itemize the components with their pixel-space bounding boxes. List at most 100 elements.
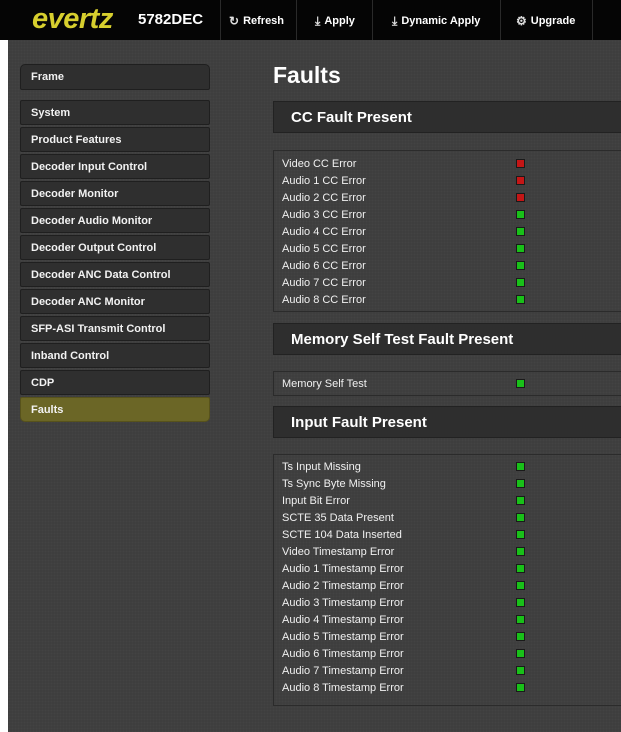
fault-row: Input Bit Error: [282, 492, 612, 509]
fault-label: Audio 3 Timestamp Error: [282, 596, 404, 609]
fault-label: Audio 1 CC Error: [282, 174, 366, 187]
section-header-memory-fault: Memory Self Test Fault Present: [273, 323, 621, 355]
fault-label: Input Bit Error: [282, 494, 350, 507]
status-indicator: [516, 479, 525, 488]
section-input-fault: Ts Input Missing Ts Sync Byte Missing In…: [273, 454, 621, 706]
status-indicator: [516, 513, 525, 522]
fault-label: Audio 5 CC Error: [282, 242, 366, 255]
fault-row: Audio 1 Timestamp Error: [282, 560, 612, 577]
toolbar-divider: [500, 0, 501, 40]
upgrade-button[interactable]: ⚙ Upgrade: [516, 12, 575, 30]
apply-button[interactable]: ⤓ Apply: [315, 12, 355, 30]
status-indicator: [516, 210, 525, 219]
sidebar-item-faults[interactable]: Faults: [20, 397, 210, 422]
fault-label: Audio 7 CC Error: [282, 276, 366, 289]
section-memory-fault: Memory Self Test: [273, 371, 621, 396]
status-indicator: [516, 564, 525, 573]
fault-label: Audio 2 CC Error: [282, 191, 366, 204]
fault-row: Audio 5 CC Error: [282, 240, 612, 257]
section-header-input-fault: Input Fault Present: [273, 406, 621, 438]
status-indicator: [516, 683, 525, 692]
status-indicator: [516, 159, 525, 168]
fault-label: Audio 5 Timestamp Error: [282, 630, 404, 643]
sidebar-item-product-features[interactable]: Product Features: [20, 127, 210, 152]
status-indicator: [516, 295, 525, 304]
fault-label: Audio 8 Timestamp Error: [282, 681, 404, 694]
sidebar-item-decoder-anc-data-control[interactable]: Decoder ANC Data Control: [20, 262, 210, 287]
fault-label: Audio 4 CC Error: [282, 225, 366, 238]
upgrade-label: Upgrade: [530, 15, 576, 27]
sidebar-item-sfp-asi-transmit-control[interactable]: SFP-ASI Transmit Control: [20, 316, 210, 341]
sidebar-item-cdp[interactable]: CDP: [20, 370, 210, 395]
fault-label: SCTE 104 Data Inserted: [282, 528, 402, 541]
status-indicator: [516, 176, 525, 185]
fault-row: Audio 2 CC Error: [282, 189, 612, 206]
device-model: 5782DEC: [138, 11, 204, 28]
download-icon: ⤓: [392, 14, 398, 28]
fault-row: Audio 3 Timestamp Error: [282, 594, 612, 611]
sidebar-item-decoder-anc-monitor[interactable]: Decoder ANC Monitor: [20, 289, 210, 314]
status-indicator: [516, 530, 525, 539]
gear-icon: ⚙: [516, 14, 527, 28]
section-cc-fault: Video CC Error Audio 1 CC Error Audio 2 …: [273, 150, 621, 312]
apply-label: Apply: [324, 15, 355, 27]
fault-label: Audio 4 Timestamp Error: [282, 613, 404, 626]
fault-label: Video CC Error: [282, 157, 357, 170]
status-indicator: [516, 666, 525, 675]
fault-row: SCTE 104 Data Inserted: [282, 526, 612, 543]
status-indicator: [516, 615, 525, 624]
fault-row: Audio 8 Timestamp Error: [282, 679, 612, 696]
refresh-button[interactable]: ↻ Refresh: [229, 12, 284, 30]
fault-label: Audio 6 CC Error: [282, 259, 366, 272]
page-title: Faults: [273, 62, 341, 88]
fault-row: Audio 7 CC Error: [282, 274, 612, 291]
status-indicator: [516, 278, 525, 287]
top-toolbar: evertz 5782DEC ↻ Refresh ⤓ Apply ⤓ Dynam…: [0, 0, 621, 40]
fault-label: Audio 7 Timestamp Error: [282, 664, 404, 677]
fault-row: Audio 6 Timestamp Error: [282, 645, 612, 662]
fault-row: Audio 5 Timestamp Error: [282, 628, 612, 645]
sidebar-item-frame[interactable]: Frame: [20, 64, 210, 90]
fault-label: Audio 1 Timestamp Error: [282, 562, 404, 575]
fault-label: Audio 6 Timestamp Error: [282, 647, 404, 660]
fault-row: Ts Sync Byte Missing: [282, 475, 612, 492]
status-indicator: [516, 598, 525, 607]
fault-label: Memory Self Test: [282, 377, 367, 390]
sidebar-item-decoder-output-control[interactable]: Decoder Output Control: [20, 235, 210, 260]
fault-row: Ts Input Missing: [282, 458, 612, 475]
sidebar-item-decoder-monitor[interactable]: Decoder Monitor: [20, 181, 210, 206]
sidebar-item-decoder-input-control[interactable]: Decoder Input Control: [20, 154, 210, 179]
fault-row: Audio 4 CC Error: [282, 223, 612, 240]
fault-label: Audio 3 CC Error: [282, 208, 366, 221]
fault-row: Audio 1 CC Error: [282, 172, 612, 189]
fault-label: Ts Sync Byte Missing: [282, 477, 386, 490]
status-indicator: [516, 462, 525, 471]
toolbar-divider: [296, 0, 297, 40]
status-indicator: [516, 649, 525, 658]
fault-row: Video CC Error: [282, 155, 612, 172]
sidebar-item-inband-control[interactable]: Inband Control: [20, 343, 210, 368]
toolbar-divider: [592, 0, 593, 40]
section-header-cc-fault: CC Fault Present: [273, 101, 621, 133]
toolbar-divider: [372, 0, 373, 40]
status-indicator: [516, 244, 525, 253]
status-indicator: [516, 193, 525, 202]
status-indicator: [516, 496, 525, 505]
fault-row: Audio 2 Timestamp Error: [282, 577, 612, 594]
status-indicator: [516, 547, 525, 556]
toolbar-divider: [220, 0, 221, 40]
sidebar-item-system[interactable]: System: [20, 100, 210, 125]
status-indicator: [516, 632, 525, 641]
status-indicator: [516, 261, 525, 270]
evertz-logo: evertz: [32, 3, 113, 35]
status-indicator: [516, 379, 525, 388]
fault-row: Video Timestamp Error: [282, 543, 612, 560]
refresh-icon: ↻: [229, 14, 240, 28]
fault-label: Ts Input Missing: [282, 460, 361, 473]
status-indicator: [516, 581, 525, 590]
dynamic-apply-button[interactable]: ⤓ Dynamic Apply: [392, 12, 480, 30]
fault-label: Audio 2 Timestamp Error: [282, 579, 404, 592]
fault-label: Audio 8 CC Error: [282, 293, 366, 306]
sidebar-item-decoder-audio-monitor[interactable]: Decoder Audio Monitor: [20, 208, 210, 233]
download-icon: ⤓: [315, 14, 321, 28]
